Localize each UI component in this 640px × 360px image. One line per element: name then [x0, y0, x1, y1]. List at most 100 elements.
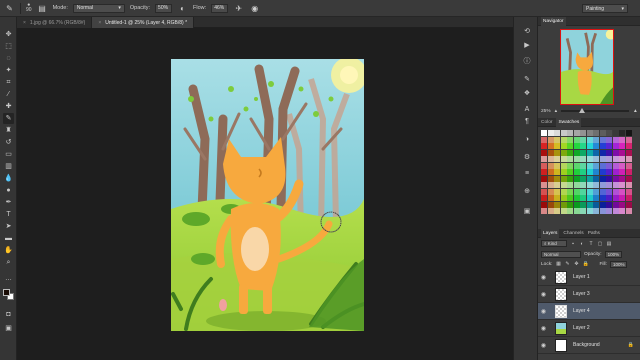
close-icon[interactable]: × — [98, 20, 101, 26]
color-swatch[interactable] — [606, 162, 612, 169]
tab-channels[interactable]: Channels — [563, 231, 583, 236]
brush-panel-icon[interactable]: ✎ — [522, 75, 532, 85]
color-swatch[interactable] — [612, 208, 619, 214]
type-filter-icon[interactable]: T — [588, 241, 594, 247]
color-swatch[interactable] — [567, 188, 573, 195]
color-swatch[interactable] — [612, 188, 619, 195]
zoom-out-icon[interactable]: ▴ — [555, 109, 557, 114]
color-swatch[interactable] — [560, 156, 567, 162]
color-swatch[interactable] — [554, 149, 560, 156]
color-swatch[interactable] — [619, 156, 625, 162]
color-swatch[interactable] — [554, 182, 560, 188]
color-swatch[interactable] — [554, 169, 560, 175]
color-swatch[interactable] — [547, 201, 554, 208]
color-swatch[interactable] — [547, 156, 554, 162]
color-swatch[interactable] — [606, 143, 612, 149]
color-swatch[interactable] — [612, 149, 619, 156]
color-swatch[interactable] — [560, 195, 567, 201]
color-swatch[interactable] — [573, 201, 580, 208]
color-swatch[interactable] — [599, 169, 606, 175]
path-select-tool-icon[interactable]: ➤ — [3, 221, 14, 232]
color-swatch[interactable] — [567, 162, 573, 169]
color-swatch[interactable] — [554, 175, 560, 182]
shape-tool-icon[interactable]: ▬ — [3, 233, 14, 244]
fill-input[interactable]: 100% — [609, 260, 628, 268]
color-swatch[interactable] — [541, 175, 547, 182]
layer-row[interactable]: ◉ Background 🔒 — [538, 337, 640, 354]
color-swatch[interactable] — [606, 130, 612, 136]
color-swatch[interactable] — [580, 182, 586, 188]
color-swatch[interactable] — [625, 208, 632, 214]
color-swatch[interactable] — [625, 149, 632, 156]
color-swatch[interactable] — [573, 143, 580, 149]
tab-paths[interactable]: Paths — [588, 231, 600, 236]
color-swatch[interactable] — [567, 208, 573, 214]
color-swatch[interactable] — [593, 149, 599, 156]
color-swatch[interactable] — [580, 143, 586, 149]
color-swatch[interactable] — [554, 130, 560, 136]
color-swatch[interactable] — [599, 156, 606, 162]
color-swatch[interactable] — [619, 143, 625, 149]
color-swatch[interactable] — [606, 182, 612, 188]
color-swatch[interactable] — [606, 156, 612, 162]
color-swatch[interactable] — [541, 201, 547, 208]
kind-filter-select[interactable]: ⌕ Kind — [541, 240, 567, 247]
color-swatch[interactable] — [580, 156, 586, 162]
lock-position-icon[interactable]: ✥ — [573, 261, 579, 267]
color-swatch[interactable] — [599, 162, 606, 169]
color-swatch[interactable] — [612, 169, 619, 175]
workspace-select[interactable]: Painting ▾ — [582, 4, 628, 13]
type-tool-icon[interactable]: T — [3, 209, 14, 220]
eye-icon[interactable]: ◉ — [538, 291, 549, 298]
marquee-tool-icon[interactable]: ⬚ — [3, 41, 14, 52]
color-swatch[interactable] — [580, 162, 586, 169]
color-swatch[interactable] — [547, 169, 554, 175]
healing-tool-icon[interactable]: ✚ — [3, 101, 14, 112]
color-swatch[interactable] — [541, 208, 547, 214]
color-swatch[interactable] — [547, 182, 554, 188]
color-swatch[interactable] — [625, 143, 632, 149]
clone-source-icon[interactable]: ⊕ — [522, 187, 532, 197]
color-swatch[interactable] — [593, 136, 599, 143]
brush-preset-picker[interactable]: ● 90 — [26, 3, 32, 13]
eraser-tool-icon[interactable]: ▭ — [3, 149, 14, 160]
color-swatch[interactable] — [606, 175, 612, 182]
color-swatch[interactable] — [619, 130, 625, 136]
opacity-input[interactable]: 50% — [155, 3, 173, 13]
crop-tool-icon[interactable]: ⌗ — [3, 77, 14, 88]
tab-swatches[interactable]: Swatches — [556, 117, 582, 127]
color-swatch[interactable] — [606, 149, 612, 156]
zoom-slider-handle[interactable] — [579, 108, 586, 113]
screen-mode-icon[interactable]: ▣ — [3, 323, 14, 334]
color-swatch[interactable] — [547, 195, 554, 201]
flow-input[interactable]: 46% — [211, 3, 229, 13]
color-swatch[interactable] — [560, 136, 567, 143]
color-swatch[interactable] — [586, 175, 593, 182]
move-tool-icon[interactable]: ✥ — [3, 29, 14, 40]
color-swatch[interactable] — [573, 130, 580, 136]
color-swatch[interactable] — [554, 136, 560, 143]
history-icon[interactable]: ⟲ — [522, 27, 532, 37]
color-swatch[interactable] — [560, 201, 567, 208]
character-icon[interactable]: A — [522, 105, 532, 115]
eye-icon[interactable]: ◉ — [538, 325, 549, 332]
color-swatch[interactable] — [612, 162, 619, 169]
color-swatch[interactable] — [573, 175, 580, 182]
hand-tool-icon[interactable]: ✋ — [3, 245, 14, 256]
stamp-tool-icon[interactable]: ♜ — [3, 125, 14, 136]
lock-transparent-icon[interactable]: ▦ — [555, 261, 561, 267]
adjustment-filter-icon[interactable]: ◐ — [579, 241, 585, 247]
shape-filter-icon[interactable]: ▢ — [597, 241, 603, 247]
color-swatch[interactable] — [625, 136, 632, 143]
color-swatch[interactable] — [586, 162, 593, 169]
color-swatch[interactable] — [612, 136, 619, 143]
color-swatch[interactable] — [573, 208, 580, 214]
color-swatch[interactable] — [567, 169, 573, 175]
color-swatch[interactable] — [606, 188, 612, 195]
color-swatch[interactable] — [619, 208, 625, 214]
color-swatch[interactable] — [580, 175, 586, 182]
color-swatch[interactable] — [567, 182, 573, 188]
layer-row[interactable]: ◉ Layer 1 — [538, 269, 640, 286]
color-swatch[interactable] — [612, 182, 619, 188]
blur-tool-icon[interactable]: 💧 — [3, 173, 14, 184]
